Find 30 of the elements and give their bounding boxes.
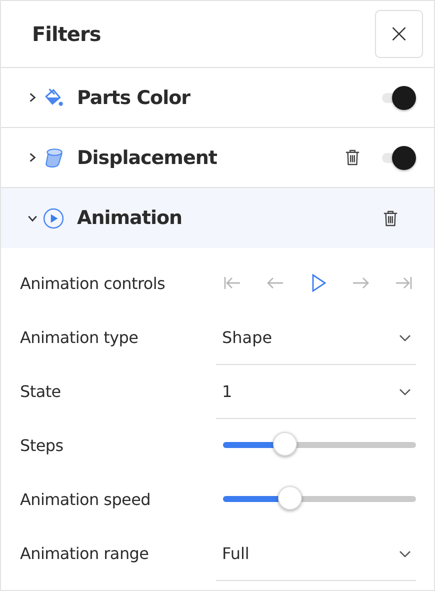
filter-row[interactable]: Parts Color	[1, 68, 434, 128]
trash-icon[interactable]	[383, 210, 398, 226]
chevron-icon[interactable]	[27, 92, 38, 103]
filter-row[interactable]: Animation	[1, 188, 434, 248]
setting-label: Steps	[20, 436, 64, 454]
chevron-down-icon	[399, 388, 411, 396]
chevron-icon[interactable]	[27, 152, 38, 163]
setting-label: State	[20, 382, 62, 400]
dropdown[interactable]: Full	[216, 528, 416, 580]
slider-thumb[interactable]	[272, 432, 297, 456]
toggle-switch[interactable]	[380, 144, 418, 172]
panel-title: Filters	[32, 22, 101, 46]
dropdown[interactable]: Shape	[216, 312, 416, 364]
cylinder-icon	[43, 147, 64, 168]
setting-label: Animation speed	[20, 490, 152, 508]
chevron-down-icon	[399, 550, 411, 558]
paint-bucket-icon	[43, 87, 64, 108]
play-circle-icon	[43, 208, 64, 228]
filter-label: Animation	[77, 207, 182, 229]
setting-label: Animation controls	[20, 274, 166, 292]
trash-icon[interactable]	[345, 149, 360, 166]
filter-label: Parts Color	[77, 86, 190, 108]
filter-label: Displacement	[77, 146, 217, 168]
setting-label: Animation range	[20, 544, 150, 562]
dropdown[interactable]: 1	[216, 366, 416, 418]
chevron-down-icon	[399, 334, 411, 342]
toggle-switch[interactable]	[380, 84, 418, 112]
setting-label: Animation type	[20, 328, 140, 346]
slider-thumb[interactable]	[278, 486, 302, 510]
close-button[interactable]: ×	[375, 10, 423, 58]
